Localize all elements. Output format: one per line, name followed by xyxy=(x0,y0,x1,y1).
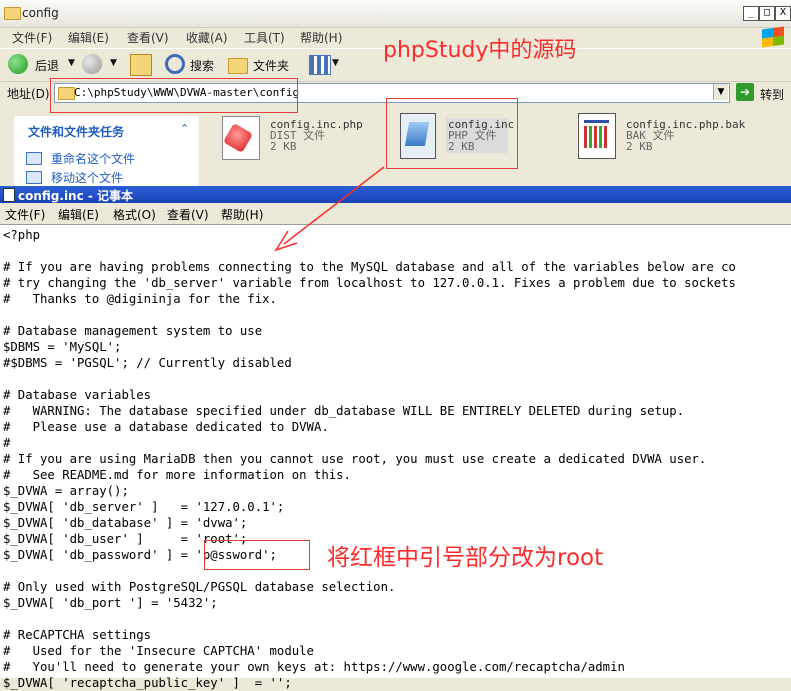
annotation-arrow xyxy=(274,166,385,252)
arrow-head xyxy=(274,230,298,252)
arrow-line xyxy=(283,166,385,245)
